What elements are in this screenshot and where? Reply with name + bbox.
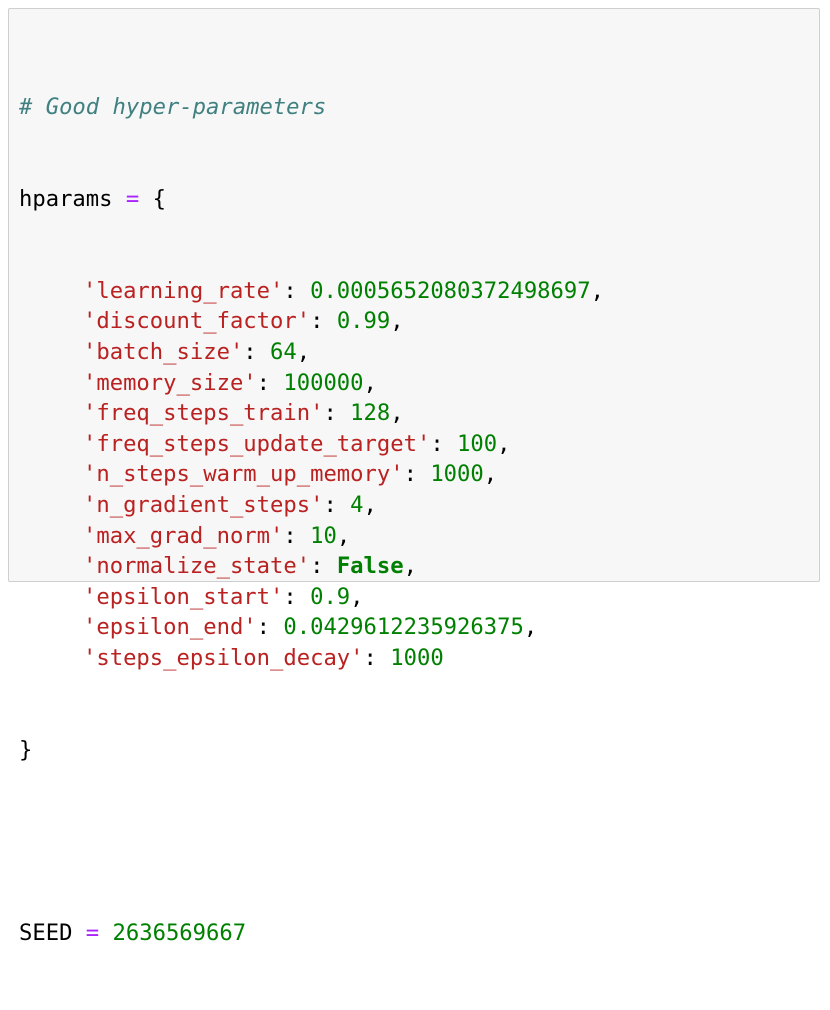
seed-value: 2636569667: [112, 920, 247, 947]
code-line-seed: SEED = 2636569667: [19, 918, 604, 949]
key-value-separator: :: [283, 522, 311, 549]
key-value-separator: :: [283, 583, 311, 610]
key-value-separator: :: [256, 614, 284, 641]
key-value-separator: :: [430, 430, 458, 457]
dict-value: 1000: [430, 461, 484, 488]
dict-key: 'epsilon_end': [83, 614, 257, 641]
key-value-separator: :: [310, 308, 337, 335]
dict-value: False: [336, 553, 404, 580]
dict-key: 'learning_rate': [83, 277, 284, 304]
key-value-separator: :: [323, 400, 351, 427]
dict-key: 'freq_steps_train': [83, 400, 324, 427]
dict-value: 4: [350, 491, 364, 518]
trailing-comma: ,: [350, 583, 364, 610]
trailing-comma: ,: [390, 400, 404, 427]
dict-value: 0.9: [310, 583, 351, 610]
key-value-separator: :: [363, 644, 391, 671]
seed-assign-operator: =: [85, 920, 100, 947]
dict-entry-line: 'epsilon_end': 0.0429612235926375,: [19, 612, 604, 643]
dict-value: 1000: [390, 644, 444, 671]
dict-key: 'batch_size': [83, 338, 244, 365]
trailing-comma: ,: [390, 308, 404, 335]
trailing-comma: ,: [590, 277, 604, 304]
dict-key: 'normalize_state': [83, 553, 311, 580]
trailing-comma: ,: [523, 614, 538, 641]
dict-key: 'n_steps_warm_up_memory': [83, 461, 404, 488]
dict-entry-line: 'freq_steps_update_target': 100,: [19, 429, 604, 460]
close-brace: }: [19, 736, 33, 763]
dict-value: 10: [310, 522, 337, 549]
trailing-comma: ,: [336, 522, 351, 549]
key-value-separator: :: [323, 491, 351, 518]
key-value-separator: :: [256, 369, 284, 396]
key-value-separator: :: [310, 553, 337, 580]
dict-entry-line: 'learning_rate': 0.0005652080372498697,: [19, 276, 604, 307]
dict-key: 'freq_steps_update_target': [83, 430, 431, 457]
trailing-comma: ,: [363, 491, 377, 518]
dict-entry-line: 'discount_factor': 0.99,: [19, 306, 604, 337]
dict-entry-line: 'steps_epsilon_decay': 1000: [19, 643, 604, 674]
seed-variable-name: SEED: [19, 920, 73, 947]
dict-key: 'epsilon_start': [83, 583, 284, 610]
trailing-comma: ,: [483, 461, 498, 488]
dict-entry-line: 'n_gradient_steps': 4,: [19, 490, 604, 521]
dict-key: 'discount_factor': [83, 308, 311, 335]
dict-entry-line: 'batch_size': 64,: [19, 337, 604, 368]
dict-entry-line: 'epsilon_start': 0.9,: [19, 582, 604, 613]
dict-value: 0.99: [336, 308, 391, 335]
key-value-separator: :: [403, 461, 431, 488]
dict-key: 'n_gradient_steps': [83, 491, 324, 518]
dict-key: 'steps_epsilon_decay': [83, 644, 364, 671]
key-value-separator: :: [283, 277, 311, 304]
code-line-dict-open: hparams = {: [19, 184, 604, 215]
dict-value: 0.0429612235926375: [283, 614, 524, 641]
dict-key: 'max_grad_norm': [83, 522, 284, 549]
trailing-comma: ,: [403, 553, 417, 580]
comment-text: # Good hyper-parameters: [19, 94, 327, 121]
code-line-comment: # Good hyper-parameters: [19, 92, 604, 123]
dict-entry-line: 'n_steps_warm_up_memory': 1000,: [19, 459, 604, 490]
dict-value: 100: [457, 430, 498, 457]
code-editor[interactable]: # Good hyper-parameters hparams = { 'lea…: [19, 31, 604, 1010]
dict-entry-line: 'memory_size': 100000,: [19, 368, 604, 399]
dict-value: 64: [270, 338, 297, 365]
dict-entry-line: 'freq_steps_train': 128,: [19, 398, 604, 429]
trailing-comma: ,: [296, 338, 311, 365]
assign-operator: =: [125, 185, 140, 212]
dict-entries: 'learning_rate': 0.0005652080372498697, '…: [19, 276, 604, 674]
code-line-dict-close: }: [19, 735, 604, 766]
dict-entry-line: 'normalize_state': False,: [19, 551, 604, 582]
open-brace: {: [152, 185, 166, 212]
dict-key: 'memory_size': [83, 369, 257, 396]
key-value-separator: :: [243, 338, 271, 365]
dict-variable-name: hparams: [19, 185, 113, 212]
dict-entry-line: 'max_grad_norm': 10,: [19, 521, 604, 552]
trailing-comma: ,: [363, 369, 377, 396]
dict-value: 128: [350, 400, 391, 427]
dict-value: 0.0005652080372498697: [310, 277, 591, 304]
code-cell[interactable]: # Good hyper-parameters hparams = { 'lea…: [8, 8, 820, 946]
dict-value: 100000: [283, 369, 364, 396]
trailing-comma: ,: [497, 430, 511, 457]
